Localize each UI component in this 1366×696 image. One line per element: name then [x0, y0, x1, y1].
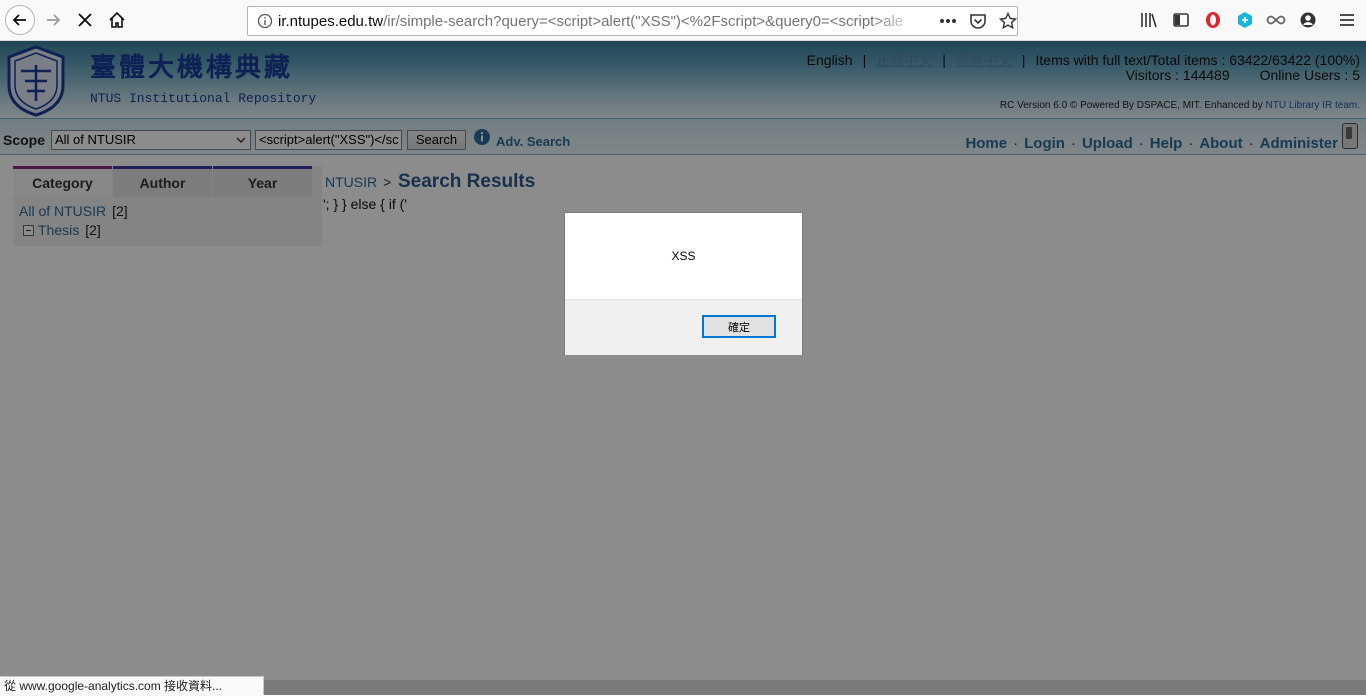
- bookmark-star-icon[interactable]: [999, 12, 1017, 30]
- url-host: ir.ntupes.edu.tw: [278, 12, 384, 30]
- more-actions-icon[interactable]: [939, 18, 957, 24]
- url-text[interactable]: ir.ntupes.edu.tw/ir/simple-search?query=…: [278, 13, 923, 30]
- stop-button[interactable]: [70, 5, 100, 35]
- site-info-icon[interactable]: [252, 13, 278, 29]
- modal-overlay: [0, 41, 1366, 680]
- library-icon[interactable]: [1139, 10, 1159, 30]
- close-icon: [78, 13, 92, 27]
- alert-footer: 確定: [565, 299, 802, 355]
- url-bar[interactable]: ir.ntupes.edu.tw/ir/simple-search?query=…: [247, 6, 1018, 36]
- home-icon: [109, 11, 125, 28]
- sidebar-icon[interactable]: [1171, 10, 1191, 30]
- menu-icon[interactable]: [1337, 10, 1357, 30]
- arrow-left-icon: [12, 14, 26, 26]
- extension-cube-icon[interactable]: [1235, 10, 1255, 30]
- status-bar: 從 www.google-analytics.com 接收資料...: [0, 676, 264, 695]
- back-button[interactable]: [5, 5, 35, 35]
- home-button[interactable]: [102, 5, 132, 35]
- forward-button[interactable]: [38, 5, 68, 35]
- alert-dialog: XSS 確定: [564, 212, 803, 355]
- horizontal-scrollbar[interactable]: [264, 680, 1366, 695]
- url-path: /ir/simple-search?query=<script>alert("X…: [383, 12, 904, 30]
- opera-icon[interactable]: [1203, 10, 1223, 30]
- account-icon[interactable]: [1298, 10, 1318, 30]
- pocket-icon[interactable]: [969, 12, 987, 30]
- alert-message: XSS: [671, 249, 696, 263]
- ok-button[interactable]: 確定: [702, 315, 776, 338]
- infinity-icon[interactable]: [1266, 10, 1286, 30]
- browser-toolbar: ir.ntupes.edu.tw/ir/simple-search?query=…: [0, 0, 1366, 41]
- arrow-right-icon: [47, 14, 61, 26]
